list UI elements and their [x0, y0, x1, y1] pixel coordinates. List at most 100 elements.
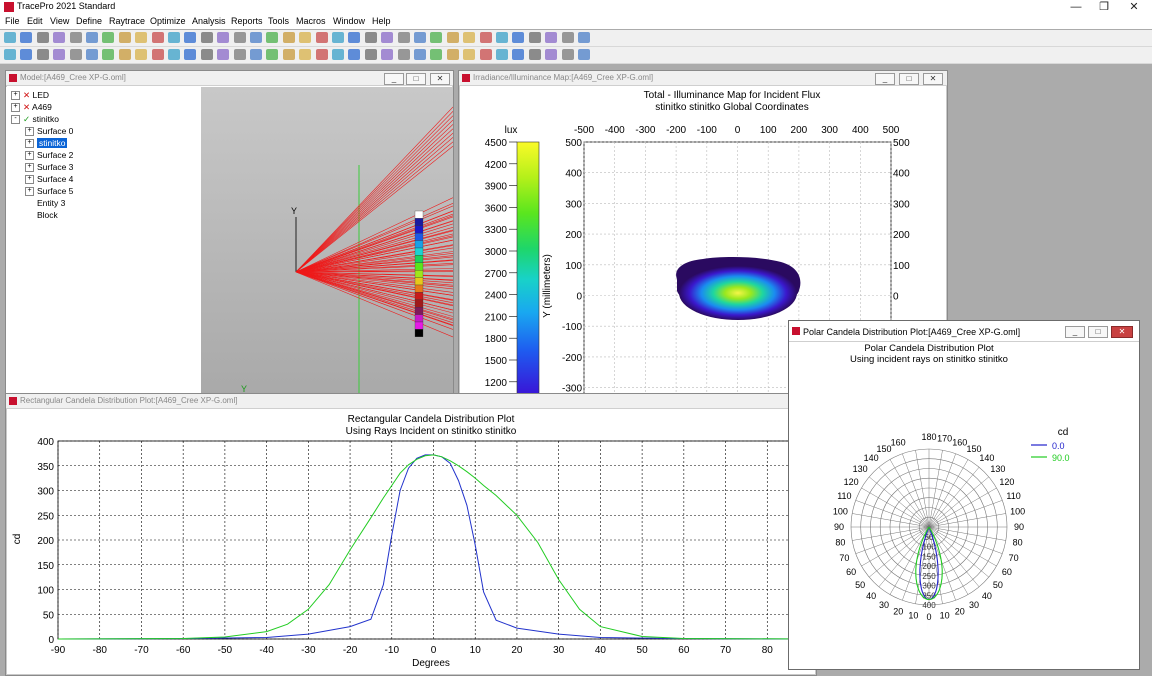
main-tool-icon[interactable] — [201, 32, 213, 43]
model-window-caption[interactable]: Model:[A469_Cree XP-G.oml] _ □ ✕ — [6, 71, 453, 86]
tree-item-entity-3[interactable]: Entity 3 — [37, 198, 65, 208]
view-tool-icon[interactable] — [250, 49, 262, 60]
menu-edit[interactable]: Edit — [27, 16, 43, 26]
view-tool-icon[interactable] — [217, 49, 229, 60]
main-tool-icon[interactable] — [102, 32, 114, 43]
main-tool-icon[interactable] — [578, 32, 590, 43]
tree-item-stinitko-surface[interactable]: +stinitko — [25, 138, 67, 148]
menu-window[interactable]: Window — [333, 16, 365, 26]
main-tool-icon[interactable] — [299, 32, 311, 43]
main-tool-icon[interactable] — [447, 32, 459, 43]
tree-item-surface-3[interactable]: +Surface 3 — [25, 162, 73, 172]
model-close-button[interactable]: ✕ — [430, 73, 450, 85]
polar-candela-plot[interactable]: Polar Candela Distribution Plot Using in… — [789, 342, 1139, 669]
view-tool-icon[interactable] — [496, 49, 508, 60]
view-tool-icon[interactable] — [398, 49, 410, 60]
tree-item-surface-2[interactable]: +Surface 2 — [25, 150, 73, 160]
polar-candela-window[interactable]: Polar Candela Distribution Plot:[A469_Cr… — [788, 320, 1140, 670]
view-tool-icon[interactable] — [86, 49, 98, 60]
main-tool-icon[interactable] — [398, 32, 410, 43]
menu-file[interactable]: File — [5, 16, 20, 26]
tree-item-led[interactable]: +✕ LED — [11, 90, 49, 101]
main-tool-icon[interactable] — [430, 32, 442, 43]
main-tool-icon[interactable] — [266, 32, 278, 43]
view-tool-icon[interactable] — [70, 49, 82, 60]
view-tool-icon[interactable] — [20, 49, 32, 60]
tree-item-surface-5[interactable]: +Surface 5 — [25, 186, 73, 196]
view-tool-icon[interactable] — [545, 49, 557, 60]
view-tool-icon[interactable] — [135, 49, 147, 60]
view-tool-icon[interactable] — [447, 49, 459, 60]
rect-candela-plot[interactable]: Rectangular Candela Distribution Plot Us… — [6, 409, 816, 675]
view-tool-icon[interactable] — [463, 49, 475, 60]
main-tool-icon[interactable] — [250, 32, 262, 43]
model-maximize-button[interactable]: □ — [406, 73, 426, 85]
expand-icon[interactable]: + — [25, 175, 34, 184]
view-tool-icon[interactable] — [201, 49, 213, 60]
menu-optimize[interactable]: Optimize — [150, 16, 186, 26]
menu-raytrace[interactable]: Raytrace — [109, 16, 145, 26]
view-tool-icon[interactable] — [152, 49, 164, 60]
main-tool-icon[interactable] — [529, 32, 541, 43]
menu-help[interactable]: Help — [372, 16, 391, 26]
menu-macros[interactable]: Macros — [296, 16, 326, 26]
menu-define[interactable]: Define — [76, 16, 102, 26]
view-tool-icon[interactable] — [266, 49, 278, 60]
expand-icon[interactable]: + — [25, 151, 34, 160]
rect-candela-window[interactable]: Rectangular Candela Distribution Plot:[A… — [5, 393, 817, 676]
main-tool-icon[interactable] — [480, 32, 492, 43]
main-tool-icon[interactable] — [332, 32, 344, 43]
main-tool-icon[interactable] — [135, 32, 147, 43]
view-tool-icon[interactable] — [414, 49, 426, 60]
view-tool-icon[interactable] — [332, 49, 344, 60]
menu-tools[interactable]: Tools — [268, 16, 289, 26]
view-tool-icon[interactable] — [283, 49, 295, 60]
expand-icon[interactable]: + — [25, 187, 34, 196]
expand-icon[interactable]: + — [25, 163, 34, 172]
main-tool-icon[interactable] — [184, 32, 196, 43]
expand-icon[interactable]: + — [25, 139, 34, 148]
close-button[interactable]: ✕ — [1120, 0, 1148, 15]
main-tool-icon[interactable] — [20, 32, 32, 43]
tree-item-block[interactable]: Block — [37, 210, 58, 220]
model-window[interactable]: Model:[A469_Cree XP-G.oml] _ □ ✕ +✕ LED … — [5, 70, 454, 397]
view-tool-icon[interactable] — [512, 49, 524, 60]
main-tool-icon[interactable] — [414, 32, 426, 43]
collapse-icon[interactable]: - — [11, 115, 20, 124]
main-tool-icon[interactable] — [545, 32, 557, 43]
irradiance-close-button[interactable]: ✕ — [923, 73, 943, 85]
menu-analysis[interactable]: Analysis — [192, 16, 226, 26]
view-tool-icon[interactable] — [348, 49, 360, 60]
view-tool-icon[interactable] — [578, 49, 590, 60]
polar-window-caption[interactable]: Polar Candela Distribution Plot:[A469_Cr… — [789, 321, 1139, 342]
view-tool-icon[interactable] — [184, 49, 196, 60]
main-tool-icon[interactable] — [217, 32, 229, 43]
maximize-button[interactable]: ❐ — [1090, 0, 1118, 15]
menu-reports[interactable]: Reports — [231, 16, 263, 26]
model-minimize-button[interactable]: _ — [384, 73, 404, 85]
view-tool-icon[interactable] — [529, 49, 541, 60]
view-tool-icon[interactable] — [430, 49, 442, 60]
main-tool-icon[interactable] — [119, 32, 131, 43]
irradiance-window-caption[interactable]: Irradiance/Illuminance Map:[A469_Cree XP… — [459, 71, 947, 86]
tree-item-surface-0[interactable]: +Surface 0 — [25, 126, 73, 136]
rect-window-caption[interactable]: Rectangular Candela Distribution Plot:[A… — [6, 394, 816, 409]
view-tool-icon[interactable] — [381, 49, 393, 60]
polar-minimize-button[interactable]: _ — [1065, 326, 1085, 338]
main-tool-icon[interactable] — [316, 32, 328, 43]
main-tool-icon[interactable] — [512, 32, 524, 43]
main-tool-icon[interactable] — [496, 32, 508, 43]
main-tool-icon[interactable] — [562, 32, 574, 43]
polar-close-button[interactable]: ✕ — [1111, 326, 1133, 338]
main-tool-icon[interactable] — [86, 32, 98, 43]
main-tool-icon[interactable] — [70, 32, 82, 43]
view-tool-icon[interactable] — [4, 49, 16, 60]
main-tool-icon[interactable] — [283, 32, 295, 43]
menu-view[interactable]: View — [50, 16, 69, 26]
main-tool-icon[interactable] — [463, 32, 475, 43]
view-tool-icon[interactable] — [316, 49, 328, 60]
view-tool-icon[interactable] — [234, 49, 246, 60]
main-tool-icon[interactable] — [365, 32, 377, 43]
main-tool-icon[interactable] — [152, 32, 164, 43]
main-tool-icon[interactable] — [168, 32, 180, 43]
